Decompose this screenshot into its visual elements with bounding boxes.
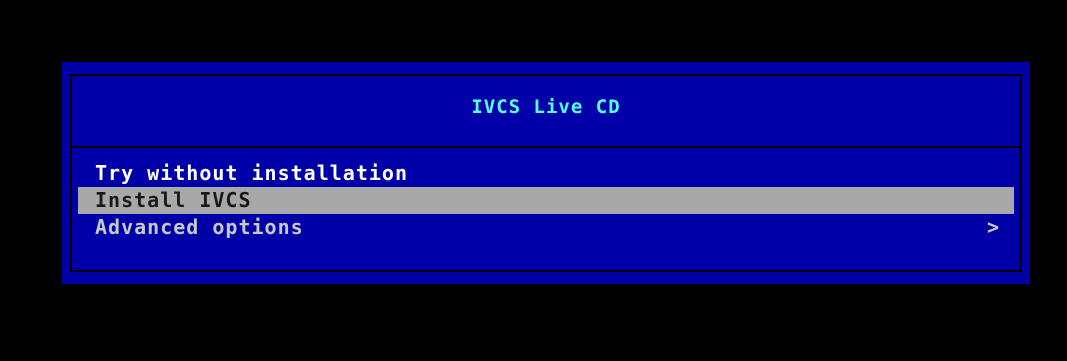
title-divider bbox=[72, 146, 1020, 148]
chevron-right-icon: > bbox=[986, 215, 1000, 239]
menu-item-install-ivcs[interactable]: Install IVCS bbox=[78, 187, 1014, 214]
boot-menu-panel: IVCS Live CD Try without installation In… bbox=[62, 62, 1030, 284]
boot-menu-list: Try without installation Install IVCS Ad… bbox=[78, 160, 1014, 241]
boot-screen: IVCS Live CD Try without installation In… bbox=[0, 0, 1067, 361]
boot-menu-title: IVCS Live CD bbox=[471, 96, 621, 118]
menu-item-try-without-installation[interactable]: Try without installation bbox=[78, 160, 1014, 187]
boot-menu-frame: IVCS Live CD Try without installation In… bbox=[70, 74, 1022, 272]
menu-item-advanced-options[interactable]: Advanced options > bbox=[78, 214, 1014, 241]
menu-item-advanced-options-label: Advanced options bbox=[95, 215, 304, 239]
